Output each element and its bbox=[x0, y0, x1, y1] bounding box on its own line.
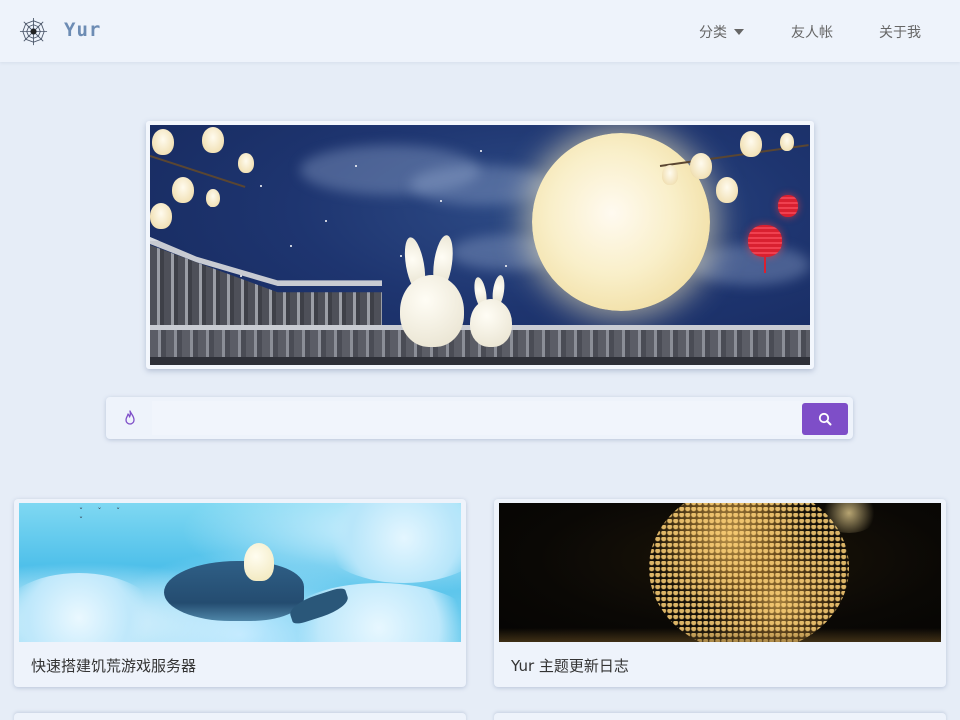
caret-down-icon bbox=[734, 29, 744, 35]
post-card[interactable]: Yur 主题更新日志 bbox=[494, 499, 946, 687]
nav-item-about[interactable]: 关于我 bbox=[879, 22, 921, 42]
banner-frame bbox=[146, 121, 814, 369]
search-button[interactable] bbox=[802, 403, 848, 435]
post-title[interactable]: Yur 主题更新日志 bbox=[511, 655, 629, 676]
brand-name[interactable]: Yur bbox=[64, 19, 101, 41]
flame-icon[interactable] bbox=[114, 402, 146, 434]
red-lantern bbox=[748, 225, 782, 257]
moon-festival-banner-image bbox=[150, 125, 810, 365]
full-moon bbox=[532, 133, 710, 311]
nav-item-label: 分类 bbox=[699, 25, 727, 41]
post-cover-image[interactable] bbox=[499, 503, 941, 642]
nav-item-categories[interactable]: 分类 bbox=[699, 22, 744, 42]
post-card[interactable] bbox=[14, 713, 466, 720]
top-navbar: Yur 分类 友人帐 关于我 bbox=[0, 0, 960, 62]
search-icon bbox=[818, 412, 832, 426]
search-bar bbox=[106, 397, 853, 439]
post-card[interactable]: ˇ ˇ ˇ ˇ 快速搭建饥荒游戏服务器 bbox=[14, 499, 466, 687]
spiderweb-icon[interactable] bbox=[18, 16, 49, 47]
post-card[interactable] bbox=[494, 713, 946, 720]
post-title[interactable]: 快速搭建饥荒游戏服务器 bbox=[31, 655, 196, 676]
post-cover-image[interactable]: ˇ ˇ ˇ ˇ bbox=[19, 503, 461, 642]
search-input[interactable] bbox=[152, 401, 802, 435]
red-lantern bbox=[778, 195, 798, 217]
nav-item-friends[interactable]: 友人帐 bbox=[791, 22, 833, 42]
